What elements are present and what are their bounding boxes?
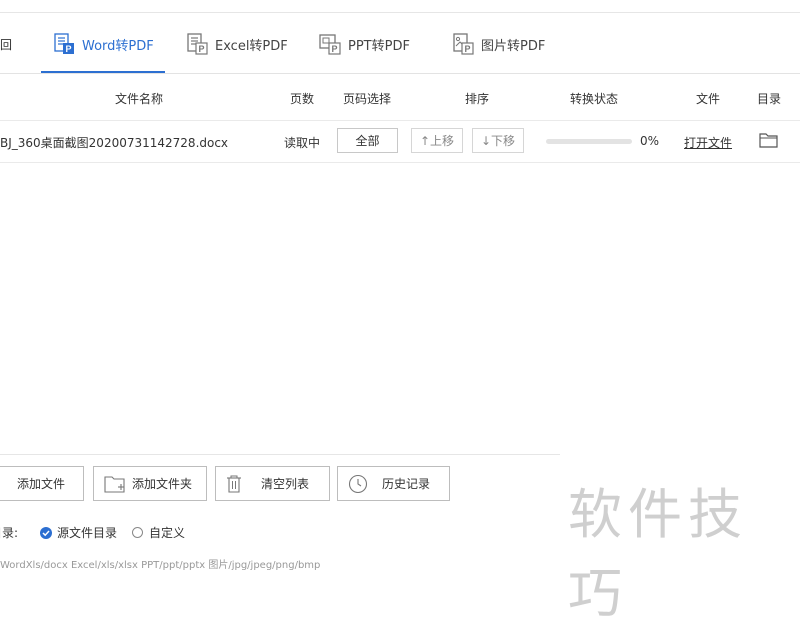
clear-list-label: 清空列表 [261, 477, 310, 491]
add-folder-label: 添加文件夹 [132, 477, 193, 491]
add-folder-button[interactable]: 添加文件夹 [93, 466, 207, 501]
tab-label: Excel转PDF [215, 38, 288, 54]
row-filename: BJ_360桌面截图20200731142728.docx [0, 136, 229, 150]
add-folder-icon [104, 476, 125, 493]
history-label: 历史记录 [382, 477, 431, 491]
word-doc-icon: P [54, 33, 74, 54]
col-pages: 页数 [290, 92, 315, 106]
tab-label: 图片转PDF [481, 38, 546, 54]
add-file-label: 添加文件 [16, 477, 65, 491]
radio-source-label: 源文件目录 [57, 526, 118, 540]
radio-unchecked-icon [132, 527, 143, 538]
radio-custom-label: 自定义 [149, 526, 186, 540]
svg-text:P: P [465, 44, 471, 54]
radio-source-dir[interactable]: 源文件目录 [40, 524, 117, 541]
col-filename: 文件名称 [115, 92, 164, 106]
row-pages: 读取中 [284, 136, 321, 150]
add-file-button[interactable]: 添加文件 [0, 466, 84, 501]
col-file: 文件 [696, 92, 721, 106]
svg-text:P: P [199, 44, 205, 54]
back-link[interactable]: 返回 [0, 36, 12, 53]
trash-icon [227, 475, 241, 493]
radio-checked-icon [40, 526, 52, 539]
col-status: 转换状态 [570, 92, 619, 106]
col-sort: 排序 [465, 92, 490, 106]
radio-custom-dir[interactable]: 自定义 [132, 524, 185, 541]
tab-label: Word转PDF [82, 38, 154, 54]
progress-label: 0% [640, 134, 660, 148]
supported-formats-text: WordXls/docx Excel/xls/xlsx PPT/ppt/pptx… [0, 560, 321, 571]
tab-label: PPT转PDF [348, 38, 410, 54]
svg-text:P: P [66, 44, 72, 54]
image-doc-icon: P [453, 33, 474, 55]
page-select-button[interactable]: 全部 [337, 128, 398, 153]
col-dir: 目录 [757, 92, 782, 106]
svg-text:P: P [332, 44, 338, 54]
excel-doc-icon: P [187, 33, 208, 55]
tab-image-to-pdf[interactable]: P 图片转PDF [451, 26, 545, 62]
col-page-select: 页码选择 [343, 92, 392, 106]
active-tab-indicator [41, 71, 165, 73]
move-down-button[interactable]: ↓下移 [472, 128, 524, 153]
output-dir-label: 目录: [0, 526, 19, 540]
tab-excel-to-pdf[interactable]: P Excel转PDF [185, 26, 288, 62]
clock-icon [348, 474, 368, 494]
tab-word-to-pdf[interactable]: P Word转PDF [52, 26, 154, 62]
actions-divider [0, 454, 560, 455]
clear-list-button[interactable]: 清空列表 [215, 466, 330, 501]
progress-bar [546, 139, 632, 144]
folder-icon[interactable] [759, 132, 778, 151]
open-file-link[interactable]: 打开文件 [684, 134, 732, 151]
ppt-doc-icon: P [319, 34, 341, 55]
watermark: 软件技巧 [568, 483, 748, 625]
tab-ppt-to-pdf[interactable]: P PPT转PDF [318, 26, 410, 62]
move-up-button[interactable]: ↑上移 [411, 128, 463, 153]
history-button[interactable]: 历史记录 [337, 466, 450, 501]
